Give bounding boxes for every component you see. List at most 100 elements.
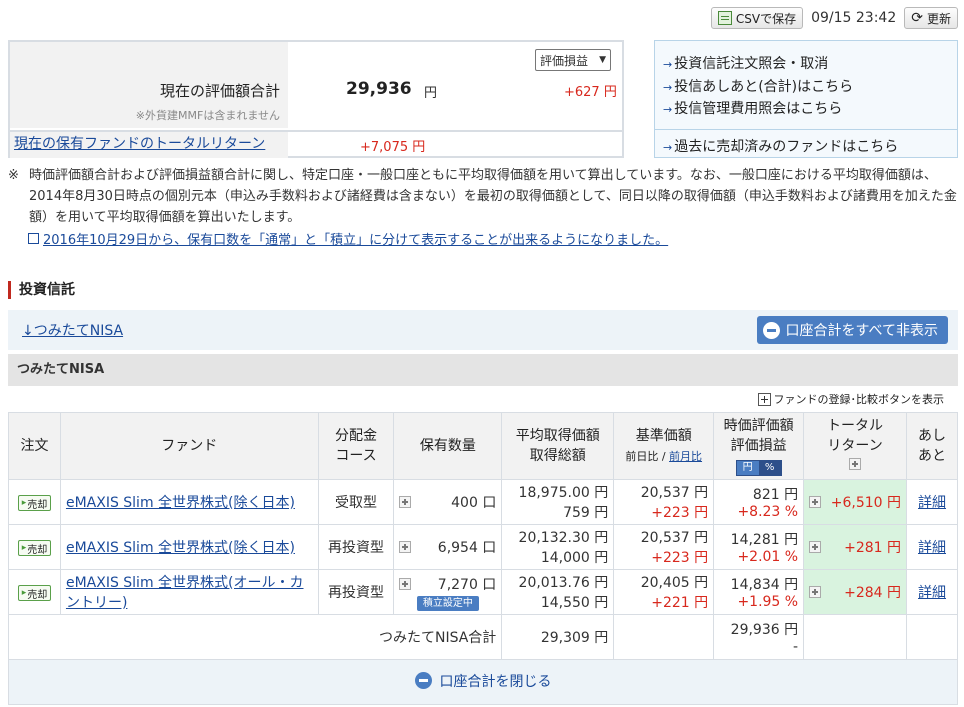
header-base-price: 基準価額 前日比 / 前月比: [613, 412, 715, 480]
external-window-icon: [28, 233, 39, 244]
csv-save-label: CSVで保存: [735, 11, 797, 26]
expand-plus-icon[interactable]: [809, 496, 822, 508]
header-valuation: 時価評価額 評価損益 円 %: [713, 412, 805, 480]
qty-value: 6,954 口: [437, 540, 497, 556]
nisa-anchor-link[interactable]: ↓つみたてNISA: [22, 320, 123, 340]
expand-plus-icon[interactable]: [399, 496, 412, 508]
fund-register-label: ファンドの登録･比較ボタンを表示: [773, 393, 945, 406]
arrow-right-icon: →: [663, 81, 673, 94]
avg-total: 14,550 円: [540, 595, 609, 611]
valuation-note: ※外貨建MMFは含まれません: [135, 109, 280, 122]
detail-link[interactable]: 詳細: [918, 495, 946, 511]
header-avg-price: 平均取得価額 取得総額: [501, 412, 615, 480]
expand-plus-icon[interactable]: [809, 586, 822, 598]
management-fee-label: 投信管理費用照会はこちら: [674, 101, 843, 117]
minus-circle-icon: [414, 672, 432, 690]
valuation-pct: +8.23 %: [737, 504, 799, 520]
course-cell: 受取型: [317, 479, 395, 525]
nisa-total-avg: 29,309 円: [501, 614, 615, 660]
valuation-pct: +2.01 %: [737, 549, 799, 565]
hide-all-totals-label: 口座合計をすべて非表示: [785, 323, 938, 339]
valuation-pct: +1.95 %: [737, 594, 799, 610]
chevron-down-icon: ▼: [599, 55, 606, 65]
header-course: 分配金 コース: [317, 412, 395, 480]
section-title: 投資信託: [8, 281, 75, 299]
fund-register-toggle[interactable]: ファンドの登録･比較ボタンを表示: [757, 391, 945, 407]
past-funds-label: 過去に売却済みのファンドはこちら: [674, 139, 899, 155]
reserve-setting-badge[interactable]: 積立設定中: [416, 595, 479, 611]
header-fund: ファンド: [59, 412, 319, 480]
note-mark: ※: [8, 168, 19, 183]
nisa-total-ash-empty: [906, 614, 958, 660]
footprint-label: 投信あしあと(合計)はこちら: [674, 79, 854, 95]
course-cell: 再投資型: [317, 569, 395, 615]
valuation-summary: 現在の評価額合計 ※外貨建MMFは含まれません 評価損益 ▼ 29,936 円 …: [8, 40, 624, 158]
qty-value: 7,270 口: [437, 576, 497, 593]
expand-plus-icon[interactable]: [849, 458, 862, 470]
detail-link[interactable]: 詳細: [918, 540, 946, 556]
toggle-yen[interactable]: 円: [736, 461, 759, 475]
valuation-label: 現在の評価額合計: [159, 82, 280, 100]
table-row: 売却 eMAXIS Slim 全世界株式(除く日本) 再投資型 6,954 口 …: [8, 524, 958, 570]
total-return: +6,510 円: [830, 495, 901, 511]
table-header-row: 注文 ファンド 分配金 コース 保有数量 平均取得価額 取得総額 基準価額 前日比 …: [8, 412, 958, 480]
base-price: 20,405 円: [640, 575, 709, 591]
avg-price: 20,013.76 円: [518, 575, 609, 591]
avg-total: 759 円: [563, 505, 609, 521]
table-row: 売却 eMAXIS Slim 全世界株式(オール・カントリー) 再投資型 7,2…: [8, 569, 958, 615]
detail-link[interactable]: 詳細: [918, 585, 946, 601]
valuation: 14,281 円: [730, 532, 799, 548]
csv-save-button[interactable]: CSVで保存: [710, 7, 804, 29]
base-diff: +223 円: [651, 550, 709, 566]
arrow-right-icon: →: [663, 141, 673, 154]
fund-name-link[interactable]: eMAXIS Slim 全世界株式(除く日本): [66, 540, 295, 556]
fund-name-link[interactable]: eMAXIS Slim 全世界株式(オール・カントリー): [66, 575, 304, 611]
month-diff-link[interactable]: 前月比: [669, 450, 702, 463]
expand-plus-icon[interactable]: [809, 541, 822, 553]
total-return-value: +7,075 円: [360, 140, 426, 155]
valuation-mode-select[interactable]: 評価損益 ▼: [535, 49, 611, 71]
header-order: 注文: [8, 412, 61, 480]
spreadsheet-icon: [717, 11, 732, 25]
display-change-label[interactable]: 2016年10月29日から、保有口数を「通常」と「積立」に分けて表示することが出…: [43, 229, 668, 248]
yen-percent-toggle[interactable]: 円 %: [735, 460, 782, 476]
fund-name-link[interactable]: eMAXIS Slim 全世界株式(除く日本): [66, 495, 295, 511]
footprint-link[interactable]: → 投信あしあと(合計)はこちら: [663, 76, 853, 96]
arrow-right-icon: →: [663, 103, 673, 116]
nisa-total-diff: -: [793, 639, 799, 655]
valuation-gain: +627 円: [564, 85, 617, 100]
expand-plus-icon[interactable]: [399, 577, 412, 590]
avg-price: 18,975.00 円: [518, 485, 609, 501]
refresh-button[interactable]: ⟳ 更新: [904, 7, 958, 29]
sell-button[interactable]: 売却: [17, 585, 52, 601]
expand-plus-icon[interactable]: [399, 541, 412, 553]
update-datetime: 09/15 23:42: [811, 10, 897, 26]
base-price: 20,537 円: [640, 530, 709, 546]
order-inquiry-label: 投資信託注文照会・取消: [674, 56, 829, 72]
valuation-label-cell: 現在の評価額合計 ※外貨建MMFは含まれません: [10, 42, 288, 128]
order-inquiry-link[interactable]: → 投資信託注文照会・取消: [663, 53, 828, 73]
valuation: 14,834 円: [730, 577, 799, 593]
header-footprint: あし あと: [906, 412, 958, 480]
total-return-link[interactable]: 現在の保有ファンドのトータルリターン: [14, 136, 265, 152]
funds-table: 注文 ファンド 分配金 コース 保有数量 平均取得価額 取得総額 基準価額 前日比 …: [7, 412, 958, 705]
sell-button[interactable]: 売却: [17, 540, 52, 556]
refresh-label: 更新: [926, 11, 951, 26]
management-fee-link[interactable]: → 投信管理費用照会はこちら: [663, 98, 842, 118]
avg-price: 20,132.30 円: [518, 530, 609, 546]
table-row: 売却 eMAXIS Slim 全世界株式(除く日本) 受取型 400 口 18,…: [8, 479, 958, 525]
nisa-total-valuation: 29,936 円: [730, 622, 799, 638]
header-holdings: 保有数量: [393, 412, 503, 480]
past-funds-link[interactable]: → 過去に売却済みのファンドはこちら: [663, 136, 898, 156]
account-nav-bar: ↓つみたてNISA 口座合計をすべて非表示: [8, 310, 958, 350]
close-totals-button[interactable]: 口座合計を閉じる: [414, 671, 552, 691]
avg-total: 14,000 円: [540, 550, 609, 566]
display-change-link[interactable]: 2016年10月29日から、保有口数を「通常」と「積立」に分けて表示することが出…: [28, 229, 668, 248]
total-return: +284 円: [844, 585, 901, 601]
qty-value: 400 口: [451, 495, 497, 511]
close-totals-label: 口座合計を閉じる: [439, 673, 552, 690]
sell-button[interactable]: 売却: [17, 495, 52, 511]
nisa-total-tr-empty: [803, 614, 907, 660]
hide-all-totals-button[interactable]: 口座合計をすべて非表示: [756, 316, 948, 344]
toggle-percent[interactable]: %: [758, 461, 781, 475]
